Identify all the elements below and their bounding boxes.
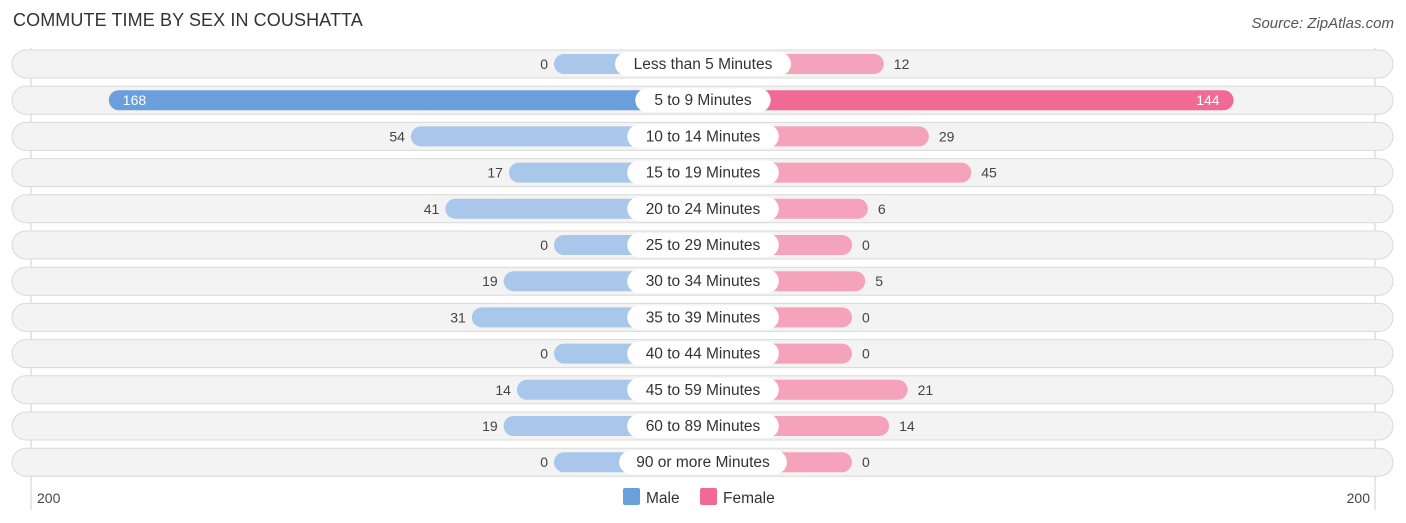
category-label: 10 to 14 Minutes (646, 128, 761, 145)
value-label-male: 168 (123, 92, 147, 108)
value-label-female: 0 (862, 309, 870, 325)
category-label: 35 to 39 Minutes (646, 309, 761, 326)
value-label-female: 6 (878, 201, 886, 217)
chart-row: 0 0 40 to 44 Minutes (11, 339, 1394, 369)
value-label-male: 19 (482, 273, 498, 289)
value-label-male: 14 (495, 382, 511, 398)
category-label: 20 to 24 Minutes (646, 201, 761, 218)
legend-label-male: Male (646, 490, 680, 507)
legend-swatch-male (623, 488, 640, 505)
chart-row: 0 12 Less than 5 Minutes (11, 49, 1394, 79)
category-label: 30 to 34 Minutes (646, 273, 761, 290)
value-label-male: 54 (389, 128, 405, 144)
value-label-male: 0 (540, 454, 548, 470)
value-label-male: 19 (482, 418, 498, 434)
chart: 0 12 Less than 5 Minutes 168 144 5 to 9 Minut… (11, 48, 1394, 510)
bar-female (703, 90, 1234, 111)
value-label-female: 14 (899, 418, 915, 434)
category-label: 5 to 9 Minutes (654, 92, 752, 109)
chart-row: 31 0 35 to 39 Minutes (11, 302, 1394, 332)
chart-row: 19 5 30 to 34 Minutes (11, 266, 1394, 296)
chart-row: 41 6 20 to 24 Minutes (11, 194, 1394, 224)
legend: Male Female (623, 488, 775, 507)
value-label-female: 5 (875, 273, 883, 289)
legend-label-female: Female (723, 490, 775, 507)
value-label-male: 17 (487, 165, 503, 181)
value-label-female: 0 (862, 346, 870, 362)
category-label: 90 or more Minutes (636, 454, 770, 471)
chart-row: 54 29 10 to 14 Minutes (11, 121, 1394, 151)
axis-label-left: 200 (37, 490, 61, 506)
chart-row: 14 21 45 to 59 Minutes (11, 375, 1394, 405)
value-label-female: 45 (981, 165, 997, 181)
value-label-male: 41 (424, 201, 440, 217)
value-label-male: 31 (450, 309, 466, 325)
value-label-female: 12 (894, 56, 910, 72)
value-label-female: 29 (939, 128, 955, 144)
category-label: 40 to 44 Minutes (646, 346, 761, 363)
chart-row: 0 0 90 or more Minutes (11, 447, 1394, 477)
chart-row: 0 0 25 to 29 Minutes (11, 230, 1394, 260)
value-label-male: 0 (540, 56, 548, 72)
category-label: 45 to 59 Minutes (646, 382, 761, 399)
category-label: 15 to 19 Minutes (646, 165, 761, 182)
value-label-male: 0 (540, 237, 548, 253)
value-label-female: 0 (862, 454, 870, 470)
category-label: Less than 5 Minutes (634, 56, 773, 73)
category-label: 60 to 89 Minutes (646, 418, 761, 435)
value-label-female: 0 (862, 237, 870, 253)
bar-male (108, 90, 704, 111)
chart-row: 168 144 5 to 9 Minutes (11, 85, 1394, 115)
value-label-male: 0 (540, 346, 548, 362)
value-label-female: 144 (1196, 92, 1220, 108)
category-label: 25 to 29 Minutes (646, 237, 761, 254)
chart-row: 19 14 60 to 89 Minutes (11, 411, 1394, 441)
chart-row: 17 45 15 to 19 Minutes (11, 158, 1394, 188)
axis-label-right: 200 (1347, 490, 1371, 506)
value-label-female: 21 (918, 382, 934, 398)
legend-swatch-female (700, 488, 717, 505)
